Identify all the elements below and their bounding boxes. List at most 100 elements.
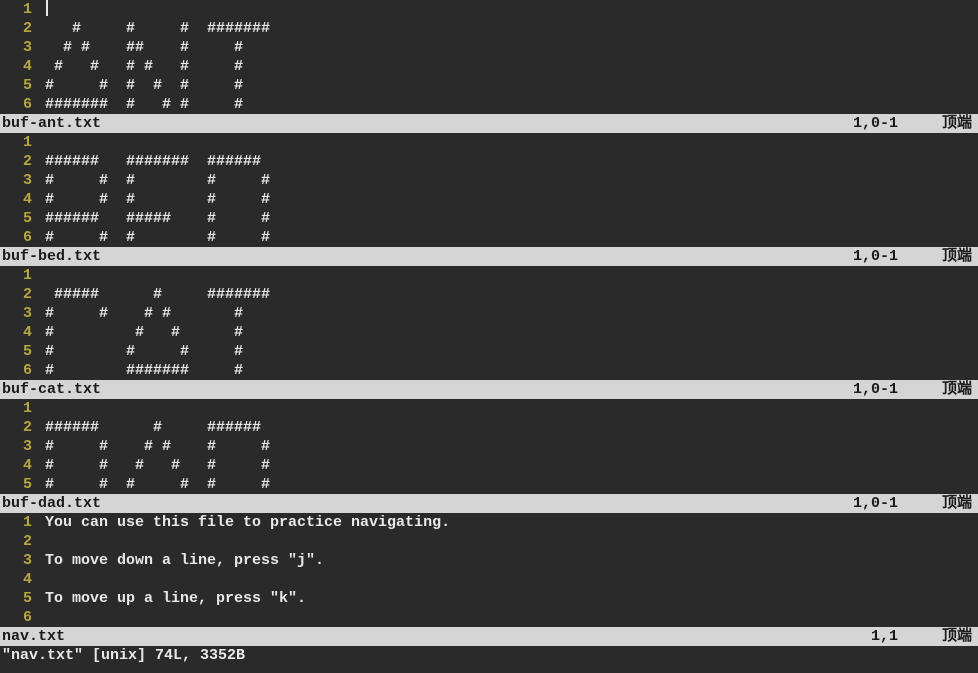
line-number: 4 — [0, 323, 36, 342]
buffer-line[interactable]: 1 — [0, 266, 978, 285]
buffer-line[interactable]: 4 # # # # # # — [0, 456, 978, 475]
buffer-line[interactable]: 6 — [0, 608, 978, 627]
line-number: 2 — [0, 285, 36, 304]
line-text: # # # # # # — [36, 456, 270, 475]
line-text — [36, 0, 45, 19]
status-indicator: 顶端 — [918, 494, 978, 513]
line-text: ##### # ####### — [36, 285, 270, 304]
line-number: 3 — [0, 38, 36, 57]
status-indicator: 顶端 — [918, 114, 978, 133]
line-text: To move down a line, press "j". — [36, 551, 324, 570]
line-number: 1 — [0, 399, 36, 418]
status-line: nav.txt1,1顶端 — [0, 627, 978, 646]
line-text: ###### ####### ###### — [36, 152, 261, 171]
buffer-line[interactable]: 5 To move up a line, press "k". — [0, 589, 978, 608]
line-number: 3 — [0, 304, 36, 323]
buffer-line[interactable]: 5 # # # # # # — [0, 76, 978, 95]
buffer-window[interactable]: 1 2 # # # #######3 # # ## # #4 # # # # #… — [0, 0, 978, 133]
line-number: 6 — [0, 228, 36, 247]
status-line: buf-ant.txt1,0-1顶端 — [0, 114, 978, 133]
line-text: # # # # # # — [36, 76, 243, 95]
line-text — [36, 570, 45, 589]
status-position: 1,0-1 — [853, 114, 918, 133]
buffer-line[interactable]: 6 # # # # # — [0, 228, 978, 247]
buffer-line[interactable]: 2 ##### # ####### — [0, 285, 978, 304]
buffer-line[interactable]: 5 # # # # — [0, 342, 978, 361]
buffer-line[interactable]: 6 # ####### # — [0, 361, 978, 380]
status-filename: buf-ant.txt — [0, 114, 853, 133]
status-position: 1,0-1 — [853, 247, 918, 266]
buffer-line[interactable]: 2 ###### ####### ###### — [0, 152, 978, 171]
line-number: 1 — [0, 133, 36, 152]
line-text: # ####### # — [36, 361, 243, 380]
buffer-line[interactable]: 1 You can use this file to practice navi… — [0, 513, 978, 532]
status-filename: nav.txt — [0, 627, 871, 646]
buffer-line[interactable]: 4 — [0, 570, 978, 589]
line-number: 4 — [0, 456, 36, 475]
cursor — [46, 0, 48, 16]
line-number: 5 — [0, 342, 36, 361]
line-text: # # # # # # — [36, 475, 270, 494]
buffer-window[interactable]: 1 2 ###### # ######3 # # # # # #4 # # # … — [0, 399, 978, 513]
buffer-line[interactable]: 4 # # # # — [0, 323, 978, 342]
status-filename: buf-bed.txt — [0, 247, 853, 266]
line-text: # # # # — [36, 323, 243, 342]
buffer-line[interactable]: 1 — [0, 133, 978, 152]
buffer-line[interactable]: 4 # # # # # — [0, 190, 978, 209]
buffer-window[interactable]: 1 2 ##### # #######3 # # # # #4 # # # #5… — [0, 266, 978, 399]
line-number: 5 — [0, 76, 36, 95]
status-position: 1,0-1 — [853, 380, 918, 399]
line-text — [36, 399, 45, 418]
line-number: 2 — [0, 418, 36, 437]
buffer-line[interactable]: 4 # # # # # # — [0, 57, 978, 76]
status-indicator: 顶端 — [918, 247, 978, 266]
line-text: ####### # # # # — [36, 95, 243, 114]
line-number: 1 — [0, 513, 36, 532]
line-number: 5 — [0, 589, 36, 608]
buffer-line[interactable]: 2 ###### # ###### — [0, 418, 978, 437]
status-line: buf-bed.txt1,0-1顶端 — [0, 247, 978, 266]
buffer-line[interactable]: 3 # # # # # # — [0, 437, 978, 456]
buffer-line[interactable]: 1 — [0, 399, 978, 418]
buffer-window[interactable]: 1 2 ###### ####### ######3 # # # # #4 # … — [0, 133, 978, 266]
buffer-line[interactable]: 5 ###### ##### # # — [0, 209, 978, 228]
line-number: 3 — [0, 437, 36, 456]
line-text — [36, 532, 45, 551]
line-text — [36, 608, 45, 627]
line-number: 3 — [0, 551, 36, 570]
line-number: 5 — [0, 475, 36, 494]
command-line[interactable]: "nav.txt" [unix] 74L, 3352B — [0, 646, 978, 665]
buffer-line[interactable]: 3 To move down a line, press "j". — [0, 551, 978, 570]
line-text: ###### # ###### — [36, 418, 261, 437]
buffer-line[interactable]: 5 # # # # # # — [0, 475, 978, 494]
buffer-line[interactable]: 3 # # ## # # — [0, 38, 978, 57]
line-number: 2 — [0, 152, 36, 171]
buffer-line[interactable]: 3 # # # # # — [0, 304, 978, 323]
line-number: 1 — [0, 0, 36, 19]
line-number: 1 — [0, 266, 36, 285]
buffer-line[interactable]: 6 ####### # # # # — [0, 95, 978, 114]
line-number: 6 — [0, 95, 36, 114]
line-text: # # # # # — [36, 171, 270, 190]
status-indicator: 顶端 — [918, 627, 978, 646]
line-text — [36, 133, 45, 152]
line-text: # # # # — [36, 342, 243, 361]
buffer-line[interactable]: 1 — [0, 0, 978, 19]
status-filename: buf-cat.txt — [0, 380, 853, 399]
line-text: To move up a line, press "k". — [36, 589, 306, 608]
line-text: # # # # # # — [36, 437, 270, 456]
line-number: 2 — [0, 19, 36, 38]
buffer-line[interactable]: 2 # # # ####### — [0, 19, 978, 38]
status-line: buf-dad.txt1,0-1顶端 — [0, 494, 978, 513]
line-text: # # # # # — [36, 228, 270, 247]
buffer-line[interactable]: 2 — [0, 532, 978, 551]
vim-editor[interactable]: 1 2 # # # #######3 # # ## # #4 # # # # #… — [0, 0, 978, 673]
buffer-window[interactable]: 1 You can use this file to practice navi… — [0, 513, 978, 646]
status-indicator: 顶端 — [918, 380, 978, 399]
line-text: # # ## # # — [36, 38, 243, 57]
line-number: 3 — [0, 171, 36, 190]
buffer-line[interactable]: 3 # # # # # — [0, 171, 978, 190]
line-number: 4 — [0, 190, 36, 209]
line-text: You can use this file to practice naviga… — [36, 513, 450, 532]
line-number: 4 — [0, 570, 36, 589]
